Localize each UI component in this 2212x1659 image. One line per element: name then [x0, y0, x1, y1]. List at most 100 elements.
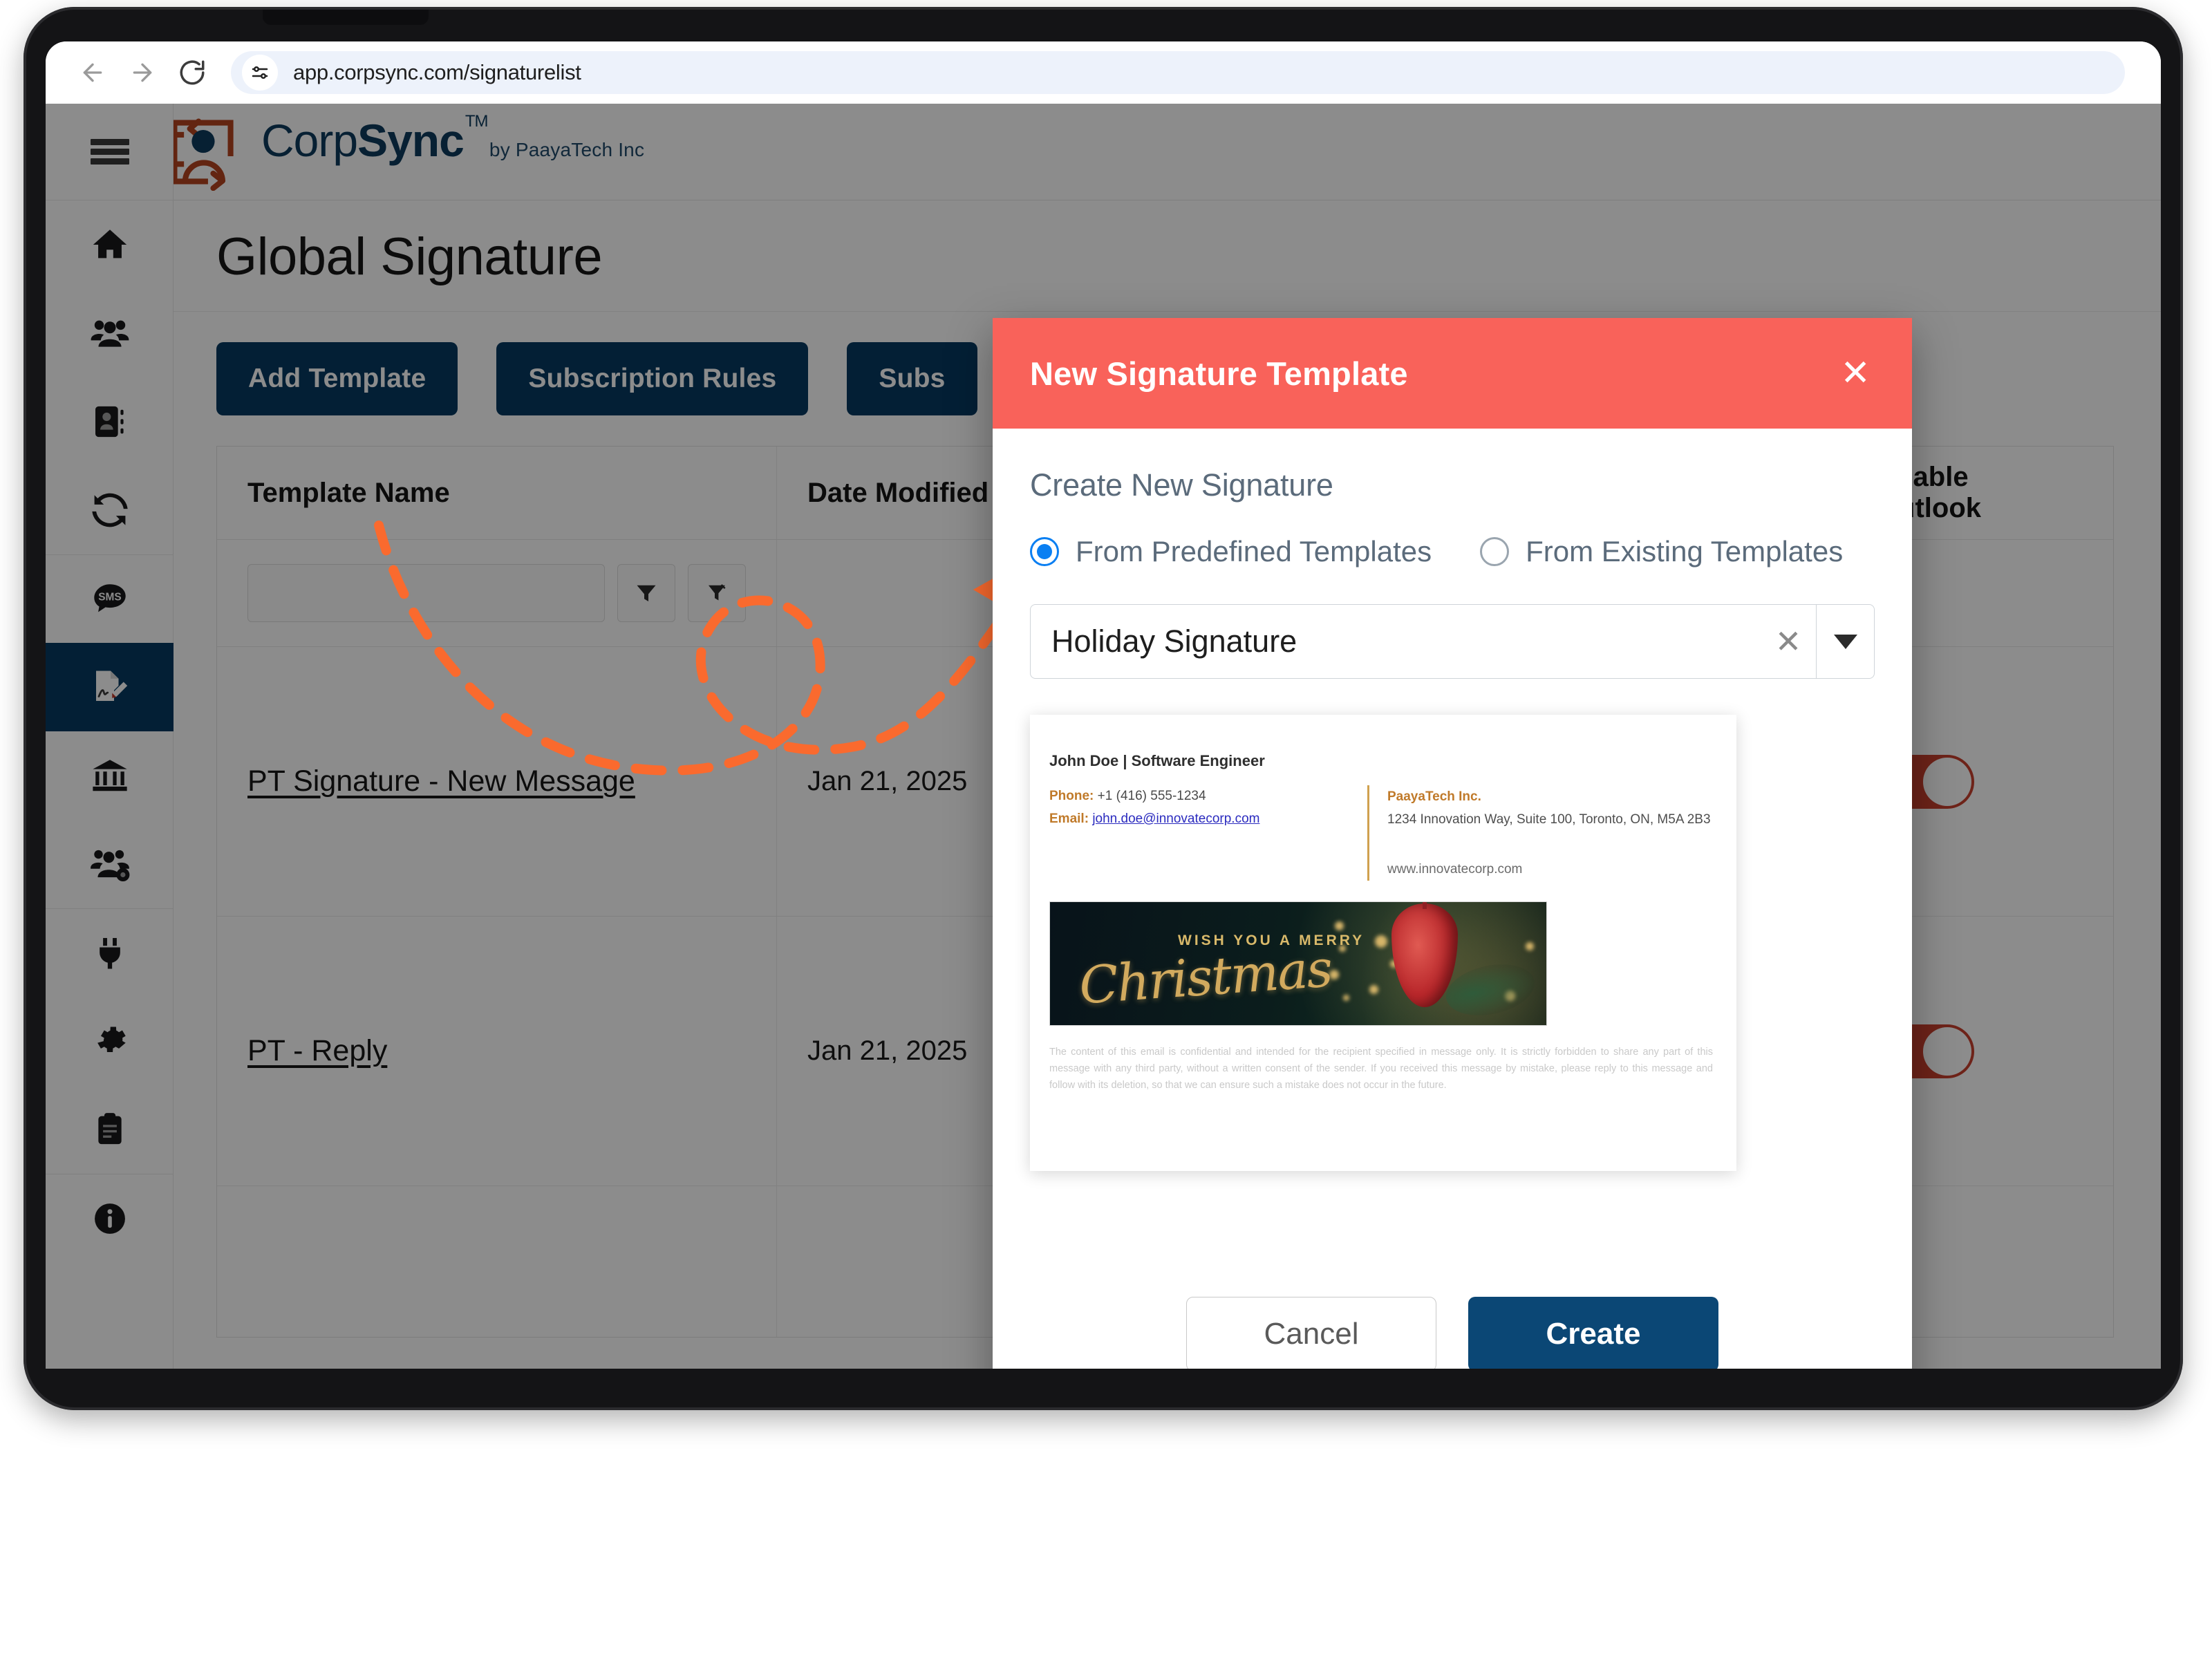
sidebar-item-user-management[interactable] [46, 820, 174, 908]
funnel-icon[interactable] [617, 564, 675, 622]
add-template-button[interactable]: Add Template [216, 342, 458, 415]
email-label: Email: [1049, 811, 1089, 826]
create-button[interactable]: Create [1468, 1297, 1718, 1369]
signature-phone-row: Phone: +1 (416) 555-1234 [1049, 785, 1367, 808]
brand-tagline: by PaayaTech Inc [489, 139, 645, 160]
close-x-icon[interactable]: ✕ [1833, 351, 1877, 395]
page-toolbar: Add Template Subscription Rules Subs [216, 342, 977, 415]
signature-contact-column: Phone: +1 (416) 555-1234 Email: john.doe… [1049, 785, 1367, 881]
brand-wordmark: CorpSyncTM [261, 112, 489, 166]
tablet-screen: app.corpsync.com/signaturelist SMS CorpS… [46, 41, 2161, 1369]
cancel-button[interactable]: Cancel [1186, 1297, 1436, 1369]
phone-value: +1 (416) 555-1234 [1097, 789, 1206, 803]
toggle-knob [1922, 757, 1971, 806]
sidebar: SMS [46, 104, 174, 1369]
banner-christmas-script: Christmas [1077, 939, 1333, 1016]
cell-template-name [217, 1186, 777, 1337]
filter-input-template-name[interactable] [247, 564, 605, 622]
page-title: Global Signature [216, 227, 603, 286]
sidebar-item-home[interactable] [46, 200, 174, 289]
back-arrow-icon[interactable] [73, 53, 112, 92]
svg-text:SMS: SMS [98, 591, 122, 603]
radio-label: From Predefined Templates [1076, 535, 1432, 568]
sync-refresh-icon [91, 491, 129, 529]
chevron-down-icon[interactable] [1816, 605, 1874, 678]
signature-company-column: PaayaTech Inc. 1234 Innovation Way, Suit… [1367, 785, 1711, 881]
template-select-value: Holiday Signature [1051, 624, 1297, 659]
new-signature-template-modal: New Signature Template ✕ Create New Sign… [993, 318, 1912, 1369]
email-value-link[interactable]: john.doe@innovatecorp.com [1092, 812, 1259, 826]
template-name-link[interactable]: PT - Reply [247, 1034, 387, 1068]
sidebar-item-sync[interactable] [46, 466, 174, 554]
hamburger-bar [90, 158, 129, 165]
template-select[interactable]: Holiday Signature ✕ [1030, 604, 1875, 679]
toggle-knob [1922, 1027, 1971, 1076]
radio-label: From Existing Templates [1526, 535, 1844, 568]
signature-source-radio-group: From Predefined Templates From Existing … [1030, 535, 1875, 568]
hamburger-icon[interactable] [46, 104, 174, 200]
document-signature-icon [89, 666, 131, 708]
modal-footer: Cancel Create [993, 1265, 1912, 1369]
clear-x-icon[interactable]: ✕ [1761, 623, 1816, 660]
sidebar-item-about[interactable] [46, 1174, 174, 1262]
company-name: PaayaTech Inc. [1387, 789, 1481, 804]
gear-icon [90, 1021, 130, 1061]
radio-from-predefined-templates[interactable]: From Predefined Templates [1030, 535, 1432, 568]
signature-preview-name: John Doe | Software Engineer [1049, 752, 1265, 769]
contact-card-icon [91, 402, 129, 441]
company-website: www.innovatecorp.com [1387, 861, 1523, 877]
radio-from-existing-templates[interactable]: From Existing Templates [1480, 535, 1843, 568]
create-new-signature-label: Create New Signature [1030, 467, 1333, 503]
clipboard-icon [91, 1111, 129, 1148]
app-viewport: SMS CorpSyncTM by PaayaTech Inc Global S… [46, 104, 2161, 1369]
christmas-banner-image: WISH YOU A MERRY Christmas [1049, 901, 1547, 1026]
cell-template-name: PT - Reply [217, 917, 777, 1185]
template-name-link[interactable]: PT Signature - New Message [247, 765, 635, 798]
signature-email-row: Email: john.doe@innovatecorp.com [1049, 808, 1367, 831]
signature-preview-panel: John Doe | Software Engineer Phone: +1 (… [1030, 715, 1736, 1171]
subscription-rules-button[interactable]: Subscription Rules [496, 342, 809, 415]
brand-text-block: CorpSyncTM by PaayaTech Inc [261, 112, 645, 166]
sidebar-item-contacts[interactable] [46, 377, 174, 466]
column-header-template-name[interactable]: Template Name [217, 447, 777, 539]
browser-chrome: app.corpsync.com/signaturelist [46, 41, 2161, 104]
brand-name-bold: Sync [357, 115, 465, 166]
hamburger-bar [90, 139, 129, 145]
forward-arrow-icon[interactable] [123, 53, 162, 92]
sidebar-item-settings[interactable] [46, 997, 174, 1085]
title-divider [174, 311, 2161, 312]
device-camera-notch [263, 7, 429, 25]
modal-title: New Signature Template [1030, 355, 1408, 392]
users-group-icon [88, 312, 131, 355]
radio-dot-selected-icon[interactable] [1030, 537, 1059, 566]
bank-building-icon [90, 756, 130, 796]
sidebar-item-sms[interactable]: SMS [46, 554, 174, 643]
address-bar[interactable]: app.corpsync.com/signaturelist [231, 51, 2125, 94]
app-header: CorpSyncTM by PaayaTech Inc [46, 104, 2161, 200]
sidebar-item-signature[interactable] [46, 643, 174, 731]
url-text: app.corpsync.com/signaturelist [293, 60, 581, 84]
signature-preview-details: Phone: +1 (416) 555-1234 Email: john.doe… [1049, 785, 1717, 881]
power-plug-icon [91, 935, 129, 972]
info-circle-icon [91, 1199, 129, 1238]
sidebar-item-users[interactable] [46, 289, 174, 377]
users-gear-icon [88, 843, 131, 885]
site-settings-icon[interactable] [242, 55, 278, 91]
reload-icon[interactable] [173, 53, 212, 92]
sidebar-item-integrations[interactable] [46, 908, 174, 997]
signature-disclaimer: The content of this email is confidentia… [1049, 1046, 1713, 1091]
cell-template-name: PT Signature - New Message [217, 647, 777, 916]
subscriptions-button[interactable]: Subs [847, 342, 977, 415]
corpsync-logo[interactable]: CorpSyncTM by PaayaTech Inc [162, 113, 644, 191]
radio-dot-icon[interactable] [1480, 537, 1510, 566]
home-icon [90, 225, 130, 265]
corpsync-mark-icon [162, 113, 243, 191]
funnel-clear-icon[interactable] [688, 564, 746, 622]
modal-body: Create New Signature From Predefined Tem… [993, 429, 1912, 1171]
modal-header: New Signature Template ✕ [993, 318, 1912, 429]
sidebar-item-organization[interactable] [46, 731, 174, 820]
sidebar-item-reports[interactable] [46, 1085, 174, 1174]
filter-cell-template-name [217, 540, 777, 646]
sidebar-nav: SMS [46, 200, 174, 1262]
brand-trademark: TM [465, 112, 489, 131]
